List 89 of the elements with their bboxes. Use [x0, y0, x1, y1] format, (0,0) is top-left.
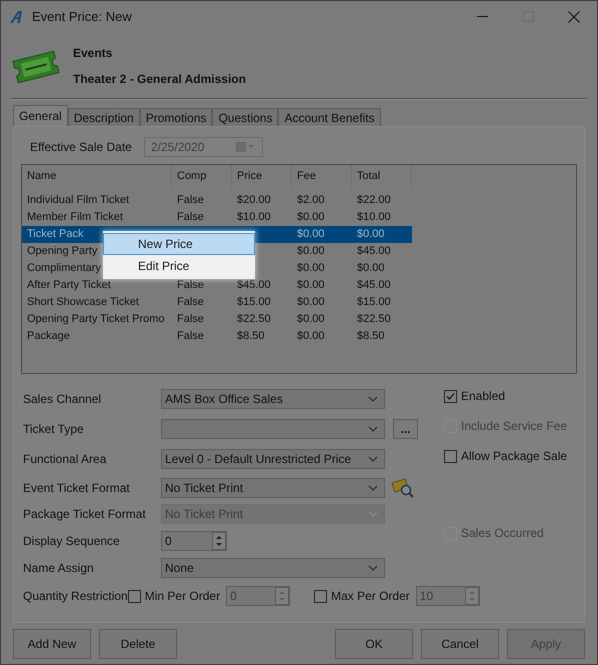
table-cell: False	[177, 330, 204, 342]
field-label: Package Ticket Format	[22, 506, 147, 523]
checkbox-label: Allow Package Sale	[461, 448, 568, 465]
header-title: Theater 2 - General Admission	[73, 71, 246, 88]
table-cell: $45.00	[237, 279, 271, 292]
field-label: Quantity Restriction	[22, 588, 128, 605]
dropdown[interactable]: None	[161, 558, 385, 578]
table-cell: $2.00	[297, 194, 325, 206]
table-cell: $22.00	[357, 194, 391, 206]
tab[interactable]: General	[13, 105, 68, 126]
table-cell: Package	[27, 330, 70, 342]
table-cell: False	[177, 296, 204, 308]
tab[interactable]: Questions	[212, 108, 278, 126]
table-cell: Member Film Ticket	[27, 211, 123, 224]
checkbox[interactable]	[128, 590, 141, 602]
field-label: Event Ticket Format	[22, 480, 131, 496]
table-cell: $10.00	[357, 211, 391, 224]
table-cell: $10.00	[237, 211, 271, 224]
window-title: Event Price: New	[32, 8, 132, 26]
header-category: Events	[73, 45, 114, 62]
table-cell: Short Showcase Ticket	[27, 296, 139, 308]
table-cell: False	[177, 279, 204, 292]
column-header[interactable]: Name	[22, 165, 172, 187]
checkbox[interactable]	[444, 390, 457, 402]
table-cell: $8.50	[357, 330, 385, 342]
browse-button[interactable]: ...	[393, 419, 418, 439]
field-label: Sales Channel	[22, 391, 102, 408]
tab[interactable]: Account Benefits	[278, 108, 381, 126]
table-cell: $0.00	[357, 228, 385, 240]
table-cell: $45.00	[357, 279, 391, 292]
number-field[interactable]: 0	[161, 530, 227, 550]
table-cell: $22.50	[237, 313, 271, 326]
tab[interactable]: Description	[68, 108, 140, 126]
dialog-button[interactable]: Delete	[99, 629, 177, 659]
column-header[interactable]: Total	[352, 165, 412, 187]
table-cell: $20.00	[237, 194, 271, 206]
dialog-button[interactable]: Cancel	[421, 629, 499, 659]
tab[interactable]: Promotions	[140, 108, 212, 126]
table-cell: Opening Party	[27, 245, 98, 258]
table-cell: $0.00	[297, 245, 325, 258]
dialog-button[interactable]: OK	[335, 629, 413, 659]
field-label: Ticket Type	[22, 421, 85, 438]
field-label: Display Sequence	[22, 532, 121, 550]
table-cell: $0.00	[297, 330, 325, 342]
table-cell: $0.00	[297, 211, 325, 224]
table-cell: Complimentary	[27, 262, 101, 274]
table-cell: $22.50	[357, 313, 391, 326]
checkbox-label: Include Service Fee	[461, 418, 568, 435]
checkbox-label: Enabled	[461, 388, 506, 405]
number-field[interactable]: 0	[226, 586, 290, 606]
dropdown[interactable]: AMS Box Office Sales	[161, 389, 385, 409]
table-cell: $8.50	[237, 330, 265, 342]
table-cell: After Party Ticket	[27, 279, 111, 292]
dropdown[interactable]: No Ticket Print	[161, 478, 385, 498]
checkbox-label: Sales Occurred	[461, 525, 544, 542]
table-cell: False	[177, 211, 204, 224]
table-cell: False	[177, 194, 204, 206]
table-cell: False	[177, 313, 204, 326]
table-cell: $0.00	[297, 296, 325, 308]
table-cell: Opening Party Ticket Promo	[27, 313, 165, 326]
field-label: Functional Area	[22, 451, 108, 468]
table-cell: $15.00	[357, 296, 391, 308]
table-cell: Ticket Pack	[27, 228, 84, 240]
number-field[interactable]: 10	[416, 586, 480, 606]
checkbox[interactable]	[314, 590, 328, 602]
dialog-button[interactable]: Add New	[13, 629, 91, 659]
table-cell: Individual Film Ticket	[27, 194, 130, 206]
column-header[interactable]: Price	[232, 165, 292, 187]
table-cell: $0.00	[297, 228, 325, 240]
table-cell: $45.00	[357, 245, 391, 258]
dropdown[interactable]: Level 0 - Default Unrestricted Price	[161, 449, 385, 469]
dropdown[interactable]	[161, 419, 385, 439]
table-cell: $0.00	[297, 279, 325, 292]
menu-item[interactable]: New Price	[103, 233, 255, 255]
checkbox-label: Min Per Order	[144, 588, 220, 605]
table-cell: $0.00	[297, 262, 325, 274]
menu-item[interactable]: Edit Price	[103, 255, 255, 277]
ticket-icon	[11, 50, 61, 84]
column-header[interactable]: Fee	[292, 165, 352, 187]
table-cell: $0.00	[357, 262, 385, 274]
checkbox-label: Max Per Order	[331, 588, 410, 605]
field-label: Name Assign	[22, 560, 95, 577]
table-cell: $15.00	[237, 296, 271, 308]
spinner-arrows-icon[interactable]	[212, 532, 226, 550]
checkbox[interactable]	[444, 450, 457, 462]
field-label: Effective Sale Date	[30, 139, 133, 156]
ticket-preview-icon[interactable]	[391, 476, 415, 498]
column-header[interactable]: Comp	[172, 165, 232, 187]
table-cell: $0.00	[297, 313, 325, 326]
